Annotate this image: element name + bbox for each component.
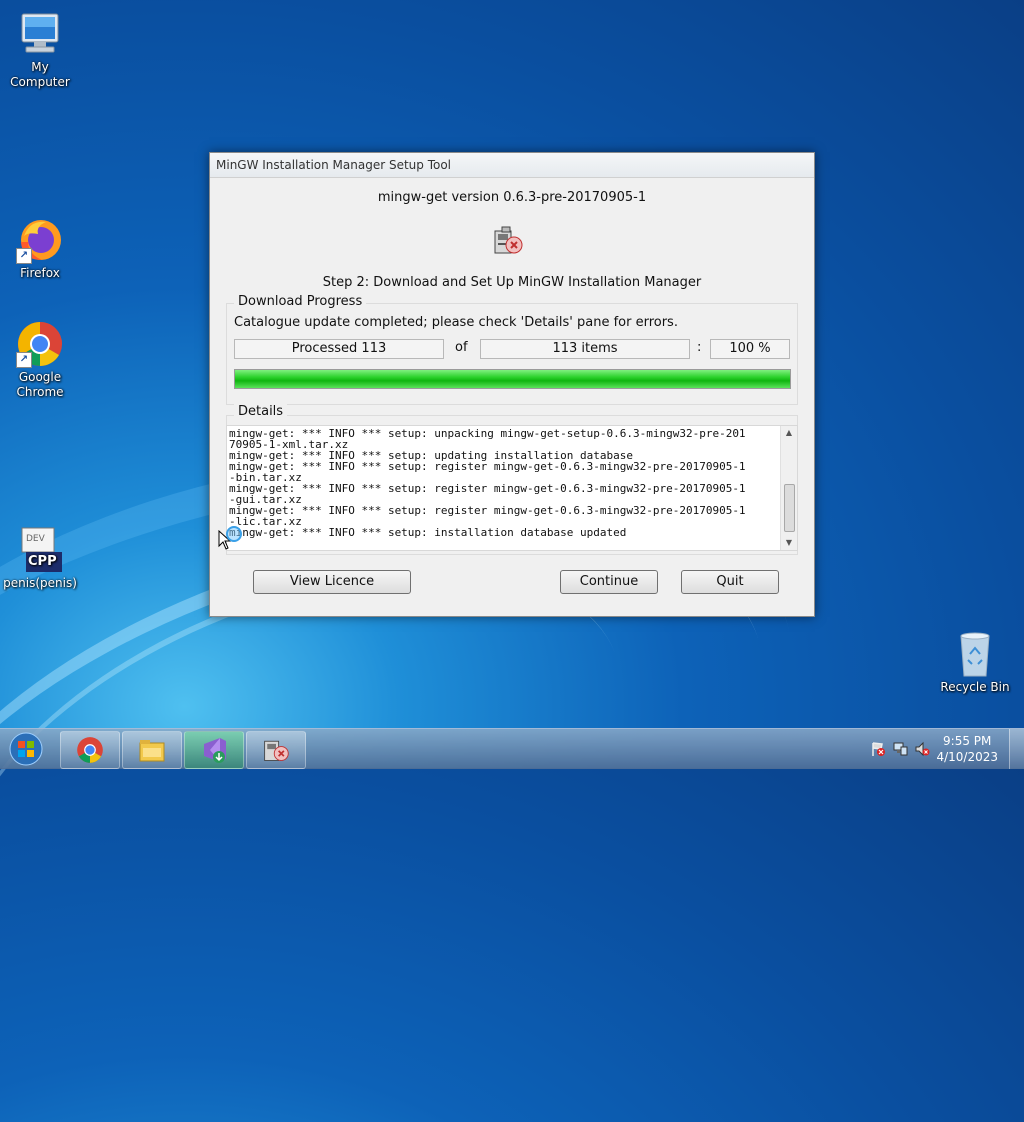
view-licence-button[interactable]: View Licence <box>253 570 411 594</box>
processed-count-field: Processed 113 <box>234 339 444 359</box>
download-progress-label: Download Progress <box>234 294 367 309</box>
dev-icon-text: DEV <box>26 534 45 544</box>
scrollbar-thumb[interactable] <box>784 484 795 532</box>
desktop-icon-label: Recycle Bin <box>940 680 1010 694</box>
taskbar-file-explorer-button[interactable] <box>122 731 182 769</box>
start-button[interactable] <box>4 731 48 767</box>
continue-button[interactable]: Continue <box>560 570 658 594</box>
progress-bar-fill <box>235 370 790 388</box>
desktop-icon-my-computer[interactable]: My Computer <box>0 10 80 90</box>
step-heading: Step 2: Download and Set Up MinGW Instal… <box>322 275 702 290</box>
scroll-up-icon[interactable]: ▲ <box>781 426 797 440</box>
clock-time: 9:55 PM <box>943 734 992 748</box>
firefox-icon: ↗ <box>16 216 64 264</box>
chrome-icon <box>76 736 104 764</box>
busy-spinner-icon <box>226 526 242 542</box>
desktop-icon-recycle-bin[interactable]: Recycle Bin <box>935 630 1015 695</box>
devcpp-icon: DEV CPP <box>16 526 64 574</box>
status-text: Catalogue update completed; please check… <box>234 315 678 330</box>
of-label: of <box>455 340 468 355</box>
desktop-icon-label: Firefox <box>20 266 60 280</box>
desktop-icon-google-chrome[interactable]: ↗ Google Chrome <box>0 320 80 400</box>
system-tray: 9:55 PM 4/10/2023 <box>864 729 1024 769</box>
shortcut-arrow-icon: ↗ <box>16 248 32 264</box>
mingw-setup-dialog: MinGW Installation Manager Setup Tool mi… <box>209 152 815 617</box>
mingw-setup-icon <box>262 736 290 764</box>
colon-label: : <box>697 340 702 355</box>
desktop-icon-label: penis(penis) <box>3 576 77 590</box>
percent-field: 100 % <box>710 339 790 359</box>
desktop-icon-devcpp[interactable]: DEV CPP penis(penis) <box>0 526 80 591</box>
clock[interactable]: 9:55 PM 4/10/2023 <box>936 733 998 765</box>
version-text: mingw-get version 0.6.3-pre-20170905-1 <box>377 190 647 205</box>
dialog-title[interactable]: MinGW Installation Manager Setup Tool <box>210 153 814 178</box>
action-center-flag-icon[interactable] <box>870 741 886 757</box>
quit-button[interactable]: Quit <box>681 570 779 594</box>
mingw-setup-icon <box>492 225 524 257</box>
taskbar: 9:55 PM 4/10/2023 <box>0 728 1024 769</box>
log-line: mingw-get: *** INFO *** setup: register … <box>229 504 746 517</box>
log-line: mingw-get: *** INFO *** setup: installat… <box>229 526 627 539</box>
scroll-down-icon[interactable]: ▼ <box>781 536 797 550</box>
desktop-icon-label: My Computer <box>10 60 70 89</box>
details-label: Details <box>234 404 288 419</box>
details-scrollbar[interactable]: ▲ ▼ <box>780 426 797 550</box>
network-icon[interactable] <box>892 741 908 757</box>
chrome-icon: ↗ <box>16 320 64 368</box>
desktop-icon-firefox[interactable]: ↗ Firefox <box>0 216 80 281</box>
download-progress-bar <box>234 369 791 389</box>
visual-studio-installer-icon <box>200 736 228 764</box>
volume-muted-icon[interactable] <box>914 741 930 757</box>
details-log-text[interactable]: mingw-get: *** INFO *** setup: unpacking… <box>229 428 777 546</box>
taskbar-mingw-setup-button[interactable] <box>246 731 306 769</box>
recycle-bin-icon <box>951 630 999 678</box>
cpp-icon-text: CPP <box>28 554 57 569</box>
file-explorer-icon <box>138 736 166 764</box>
details-log-pane[interactable]: mingw-get: *** INFO *** setup: unpacking… <box>226 425 798 551</box>
desktop-icon-label: Google Chrome <box>16 370 64 399</box>
taskbar-visual-studio-installer-button[interactable] <box>184 731 244 769</box>
total-items-field: 113 items <box>480 339 690 359</box>
show-desktop-button[interactable] <box>1009 729 1024 769</box>
taskbar-chrome-button[interactable] <box>60 731 120 769</box>
shortcut-arrow-icon: ↗ <box>16 352 32 368</box>
computer-icon <box>16 10 64 58</box>
clock-date: 4/10/2023 <box>936 750 998 764</box>
log-line: mingw-get: *** INFO *** setup: register … <box>229 460 746 473</box>
log-line: mingw-get: *** INFO *** setup: register … <box>229 482 746 495</box>
